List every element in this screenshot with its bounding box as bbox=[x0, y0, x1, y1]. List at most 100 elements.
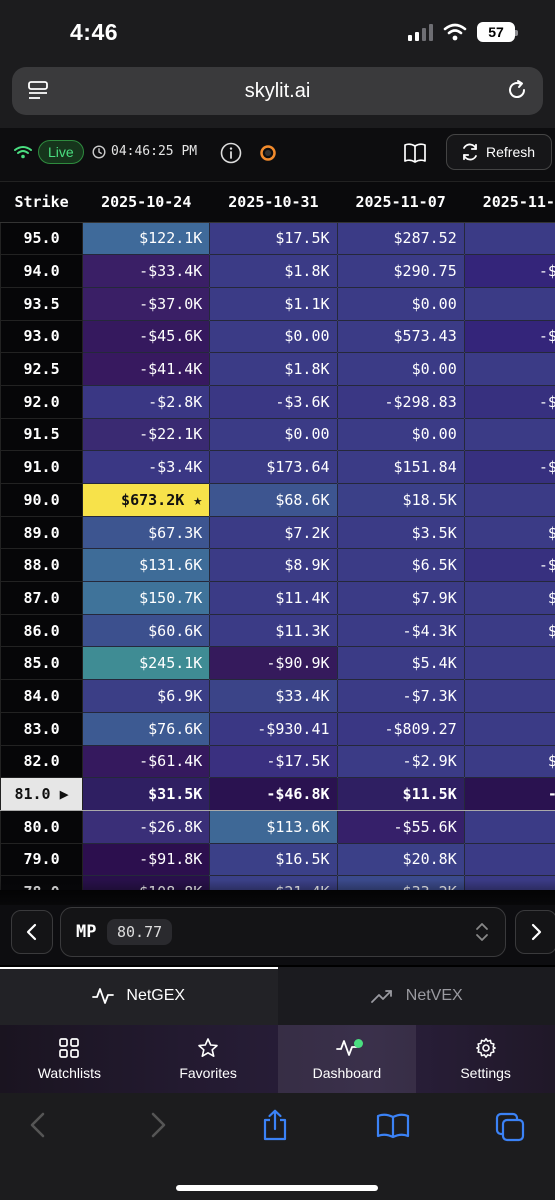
gex-cell[interactable]: -$930.41 bbox=[209, 711, 338, 746]
gex-cell[interactable]: -$670 bbox=[463, 319, 555, 354]
bookmarks-icon[interactable] bbox=[376, 1113, 410, 1139]
back-icon[interactable] bbox=[28, 1111, 48, 1139]
gex-cell[interactable]: $7.9K bbox=[336, 581, 465, 615]
gex-cell[interactable]: $151.84 bbox=[336, 450, 465, 484]
mp-select[interactable]: MP 80.77 bbox=[60, 907, 506, 957]
gex-cell[interactable]: $584 bbox=[463, 515, 555, 550]
gex-cell[interactable]: -$4.3K bbox=[336, 613, 465, 648]
gex-cell[interactable]: $0 bbox=[463, 417, 555, 452]
forward-icon[interactable] bbox=[148, 1111, 168, 1139]
gex-cell[interactable]: $287.52 bbox=[336, 221, 465, 256]
gex-cell[interactable]: $1 bbox=[463, 679, 555, 713]
gex-cell[interactable]: -$2.9K bbox=[336, 744, 465, 779]
gex-cell[interactable]: -$7.3K bbox=[336, 679, 465, 713]
gex-cell[interactable]: $3.5K bbox=[336, 515, 465, 550]
expiry-column-header[interactable]: 2025-10-24 bbox=[82, 182, 210, 223]
gex-cell[interactable]: $16.5K bbox=[209, 842, 338, 877]
gex-cell[interactable]: -$298.83 bbox=[336, 384, 465, 419]
gex-cell[interactable]: -$47 bbox=[463, 777, 555, 811]
gex-cell[interactable]: -$142 bbox=[463, 548, 555, 583]
gex-cell[interactable]: $1.8K bbox=[209, 254, 338, 288]
gex-cell[interactable]: $12 bbox=[463, 221, 555, 256]
gex-cell[interactable]: $122.1K bbox=[82, 221, 211, 256]
expiry-column-header[interactable]: 2025-11-07 bbox=[337, 182, 465, 223]
gex-heatmap-table[interactable]: Strike 2025-10-24 2025-10-31 2025-11-07 … bbox=[0, 182, 555, 890]
gex-cell[interactable]: $1 bbox=[463, 842, 555, 877]
gex-cell[interactable]: $173.64 bbox=[209, 450, 338, 484]
gex-cell[interactable]: -$17.5K bbox=[209, 744, 338, 779]
gex-cell[interactable]: $0.00 bbox=[336, 417, 465, 452]
gex-cell[interactable]: $0 bbox=[463, 286, 555, 321]
gex-cell[interactable]: $7.2K bbox=[209, 515, 338, 550]
gex-cell[interactable]: $68.6K bbox=[209, 483, 338, 517]
gex-cell[interactable]: $11.4K bbox=[209, 581, 338, 615]
gex-cell[interactable]: $5.4K bbox=[336, 646, 465, 681]
refresh-button[interactable]: Refresh bbox=[446, 134, 552, 170]
gex-cell[interactable]: -$46.8K bbox=[209, 777, 338, 811]
tabs-icon[interactable] bbox=[495, 1112, 525, 1142]
gex-cell[interactable]: $31.5K bbox=[82, 777, 211, 811]
gex-cell[interactable]: $20.8K bbox=[336, 842, 465, 877]
gex-cell[interactable]: $0 bbox=[463, 352, 555, 386]
book-icon[interactable] bbox=[403, 142, 427, 164]
gex-cell[interactable]: -$663 bbox=[463, 254, 555, 288]
gex-cell[interactable]: -$809.27 bbox=[336, 711, 465, 746]
gex-cell[interactable]: $285 bbox=[463, 613, 555, 648]
url-bar[interactable]: skylit.ai bbox=[12, 67, 543, 115]
gex-cell[interactable]: -$141 bbox=[463, 450, 555, 484]
gex-cell[interactable]: $290.75 bbox=[336, 254, 465, 288]
nav-dashboard[interactable]: Dashboard bbox=[277, 1025, 417, 1093]
gex-cell[interactable]: $1.8K bbox=[209, 352, 338, 386]
gex-cell[interactable]: $9 bbox=[463, 809, 555, 844]
gex-cell[interactable]: -$37.0K bbox=[82, 286, 211, 321]
gex-cell[interactable]: -$91.8K bbox=[82, 842, 211, 877]
gex-cell[interactable]: $1.1K bbox=[209, 286, 338, 321]
nav-settings[interactable]: Settings bbox=[416, 1025, 555, 1093]
next-button[interactable] bbox=[515, 910, 555, 954]
reload-icon[interactable] bbox=[505, 78, 529, 102]
expiry-column-header[interactable]: 2025-10-31 bbox=[209, 182, 338, 223]
gex-cell[interactable]: -$33.4K bbox=[82, 254, 211, 288]
gex-cell[interactable]: $6.9K bbox=[82, 679, 211, 713]
gex-cell[interactable]: -$55.6K bbox=[336, 809, 465, 844]
expiry-column-header[interactable]: 2025-11-14 bbox=[464, 182, 555, 223]
gex-cell[interactable]: $131.6K bbox=[82, 548, 211, 583]
nav-watchlists[interactable]: Watchlists bbox=[0, 1025, 139, 1093]
gex-cell[interactable]: -$61.4K bbox=[82, 744, 211, 779]
tab-netvex[interactable]: NetVEX bbox=[278, 967, 555, 1025]
gex-cell[interactable]: -$3 bbox=[463, 646, 555, 681]
gex-cell[interactable]: -$2.8K bbox=[82, 384, 211, 419]
gex-cell[interactable]: $163 bbox=[463, 744, 555, 779]
info-icon[interactable] bbox=[220, 142, 242, 164]
gex-cell[interactable]: $33.4K bbox=[209, 679, 338, 713]
gex-cell[interactable]: $0.00 bbox=[336, 286, 465, 321]
gex-cell[interactable]: $76.6K bbox=[82, 711, 211, 746]
gex-cell[interactable]: -$3 bbox=[463, 711, 555, 746]
gex-cell[interactable]: $8.9K bbox=[209, 548, 338, 583]
gex-cell[interactable]: $11.3K bbox=[209, 613, 338, 648]
gex-cell[interactable]: $6.5K bbox=[336, 548, 465, 583]
gex-cell[interactable]: -$22.1K bbox=[82, 417, 211, 452]
gex-cell[interactable]: -$3.4K bbox=[82, 450, 211, 484]
gex-cell[interactable]: $673.2K ★ bbox=[82, 483, 211, 517]
gex-cell[interactable]: $150.7K bbox=[82, 581, 211, 615]
nav-favorites[interactable]: Favorites bbox=[139, 1025, 278, 1093]
gex-cell[interactable]: $551 bbox=[463, 581, 555, 615]
gex-cell[interactable]: $17.5K bbox=[209, 221, 338, 256]
gex-cell[interactable]: -$272 bbox=[463, 384, 555, 419]
tab-netgex[interactable]: NetGEX bbox=[0, 967, 278, 1025]
gex-cell[interactable]: $0.00 bbox=[209, 319, 338, 354]
gex-cell[interactable]: $67.3K bbox=[82, 515, 211, 550]
prev-button[interactable] bbox=[11, 910, 53, 954]
gex-cell[interactable]: $18.5K bbox=[336, 483, 465, 517]
gex-cell[interactable]: $113.6K bbox=[209, 809, 338, 844]
gex-cell[interactable]: $0.00 bbox=[336, 352, 465, 386]
gex-cell[interactable]: -$3.6K bbox=[209, 384, 338, 419]
gex-cell[interactable]: -$4 bbox=[463, 483, 555, 517]
gex-cell[interactable]: $245.1K bbox=[82, 646, 211, 681]
share-icon[interactable] bbox=[261, 1109, 289, 1141]
gex-cell[interactable]: -$41.4K bbox=[82, 352, 211, 386]
gex-cell[interactable]: $0.00 bbox=[209, 417, 338, 452]
gex-cell[interactable]: -$26.8K bbox=[82, 809, 211, 844]
gex-cell[interactable]: $573.43 bbox=[336, 319, 465, 354]
